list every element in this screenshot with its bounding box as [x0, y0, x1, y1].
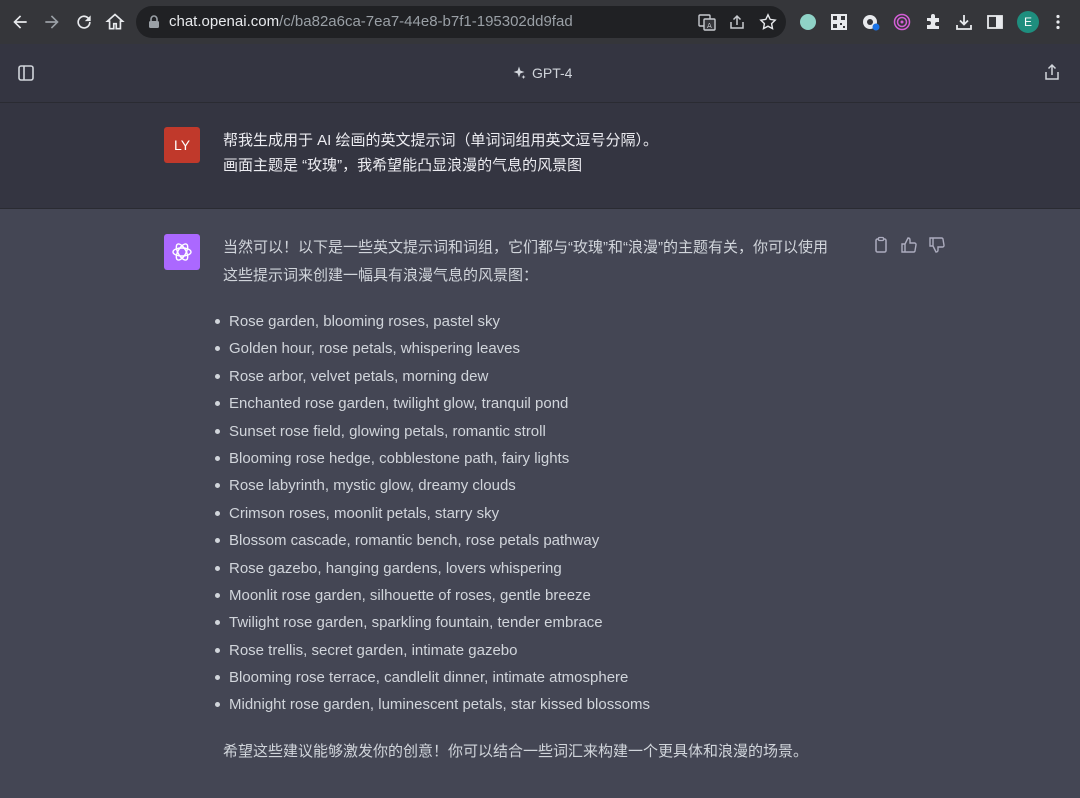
thumbs-up-icon[interactable]	[900, 236, 918, 254]
openai-logo-icon	[164, 234, 200, 270]
user-avatar: LY	[164, 127, 200, 163]
list-item: Sunset rose field, glowing petals, roman…	[213, 418, 650, 445]
address-bar[interactable]: chat.openai.com/c/ba82a6ca-7ea7-44e8-b7f…	[136, 6, 786, 38]
extension-badge-icon[interactable]	[861, 12, 881, 32]
list-item: Rose garden, blooming roses, pastel sky	[213, 308, 650, 335]
model-title-text: GPT-4	[532, 65, 573, 81]
list-item: Golden hour, rose petals, whispering lea…	[213, 335, 650, 362]
side-panel-icon[interactable]	[985, 12, 1005, 32]
list-item: Rose arbor, velvet petals, morning dew	[213, 363, 650, 390]
puzzle-extensions-icon[interactable]	[923, 12, 943, 32]
list-item: Enchanted rose garden, twilight glow, tr…	[213, 390, 650, 417]
svg-text:A: A	[707, 22, 712, 30]
fingerprint-extension-icon[interactable]	[892, 12, 912, 32]
extension-circle-icon[interactable]	[798, 12, 818, 32]
user-message-text: 帮我生成用于 AI 绘画的英文提示词（单词词组用英文逗号分隔）。 画面主题是 “…	[223, 132, 659, 174]
share-page-icon[interactable]	[728, 13, 746, 31]
list-item: Crimson roses, moonlit petals, starry sk…	[213, 500, 650, 527]
list-item: Moonlit rose garden, silhouette of roses…	[213, 582, 650, 609]
profile-avatar[interactable]: E	[1017, 11, 1039, 33]
lock-icon	[149, 15, 159, 28]
qr-extension-icon[interactable]	[829, 12, 849, 32]
list-item: Blooming rose hedge, cobblestone path, f…	[213, 445, 650, 472]
list-item: Twilight rose garden, sparkling fountain…	[213, 609, 650, 636]
bookmark-star-icon[interactable]	[759, 13, 777, 31]
list-item: Blossom cascade, romantic bench, rose pe…	[213, 527, 650, 554]
list-item: Rose gazebo, hanging gardens, lovers whi…	[213, 555, 650, 582]
list-item: Blooming rose terrace, candlelit dinner,…	[213, 664, 650, 691]
home-icon[interactable]	[103, 10, 127, 34]
chat-header: GPT-4	[0, 44, 1080, 103]
share-icon[interactable]	[1043, 63, 1061, 81]
menu-kebab-icon[interactable]	[1048, 12, 1068, 32]
sparkle-icon	[513, 66, 526, 79]
assistant-outro: 希望这些建议能够激发你的创意！你可以结合一些词汇来构建一个更具体和浪漫的场景。	[223, 743, 809, 760]
copy-icon[interactable]	[872, 236, 890, 254]
reload-icon[interactable]	[72, 10, 96, 34]
list-item: Rose labyrinth, mystic glow, dreamy clou…	[213, 472, 650, 499]
prompt-list: Rose garden, blooming roses, pastel sky G…	[213, 308, 650, 719]
sidebar-toggle-icon[interactable]	[17, 64, 35, 82]
model-selector[interactable]: GPT-4	[512, 65, 572, 81]
message-actions	[872, 236, 946, 254]
forward-arrow-icon[interactable]	[40, 10, 64, 34]
back-arrow-icon[interactable]	[8, 10, 32, 34]
download-icon[interactable]	[954, 12, 974, 32]
browser-toolbar: chat.openai.com/c/ba82a6ca-7ea7-44e8-b7f…	[0, 0, 1080, 44]
user-message: LY 帮我生成用于 AI 绘画的英文提示词（单词词组用英文逗号分隔）。 画面主题…	[0, 103, 1080, 209]
list-item: Midnight rose garden, luminescent petals…	[213, 691, 650, 718]
url-text: chat.openai.com/c/ba82a6ca-7ea7-44e8-b7f…	[169, 13, 573, 30]
thumbs-down-icon[interactable]	[928, 236, 946, 254]
list-item: Rose trellis, secret garden, intimate ga…	[213, 637, 650, 664]
assistant-intro: 当然可以！以下是一些英文提示词和词组，它们都与“玫瑰”和“浪漫”的主题有关，你可…	[223, 239, 828, 284]
assistant-message: 当然可以！以下是一些英文提示词和词组，它们都与“玫瑰”和“浪漫”的主题有关，你可…	[0, 210, 1080, 798]
translate-icon[interactable]: A	[698, 13, 716, 31]
